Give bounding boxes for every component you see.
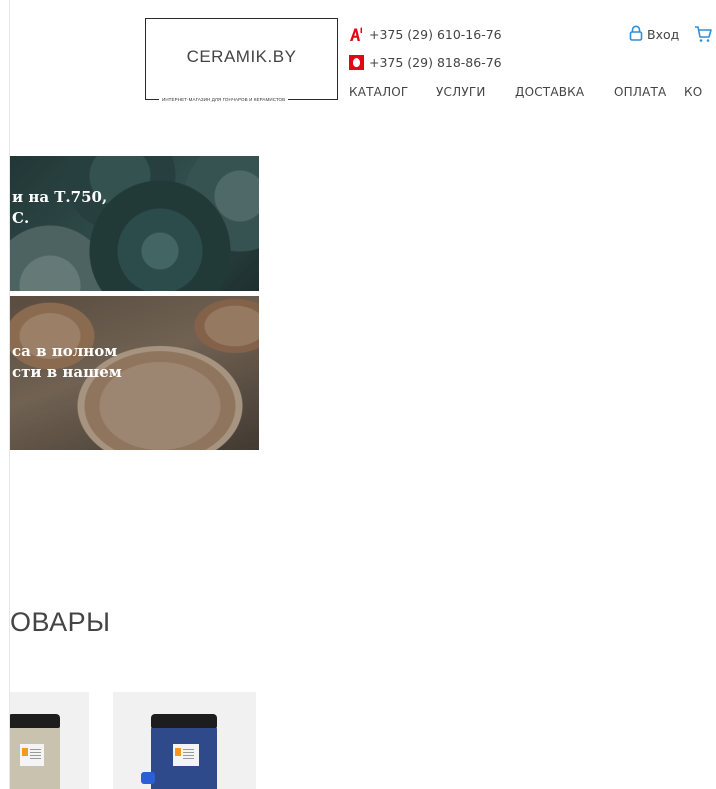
banner-caption: са в полном сти в нашем (12, 342, 122, 381)
phone-number-a1: +375 (29) 610-16-76 (369, 26, 502, 42)
banner-caption: и на Т.750, С. (12, 188, 108, 227)
product-spray-nozzle (141, 772, 155, 784)
product-image (151, 714, 217, 789)
cart-icon (695, 26, 712, 42)
nav-item-services[interactable]: УСЛУГИ (436, 85, 486, 99)
phone-number-mts: +375 (29) 818-86-76 (369, 54, 502, 70)
section-title: ОВАРЫ (10, 607, 111, 637)
product-image (10, 714, 60, 789)
logo-title: CERAMIK.BY (186, 47, 297, 66)
product-card[interactable] (113, 692, 256, 789)
promo-banner[interactable]: и на Т.750, С. (10, 156, 259, 291)
nav-item-delivery[interactable]: ДОСТАВКА (515, 85, 584, 99)
cart-button[interactable] (694, 25, 712, 43)
phone-a1[interactable]: +375 (29) 610-16-76 (349, 25, 502, 43)
mts-logo-icon (349, 54, 364, 70)
login-label: Вход (647, 27, 680, 42)
promo-banner[interactable]: са в полном сти в нашем (10, 296, 259, 450)
lock-icon (629, 25, 643, 44)
nav-item-payment[interactable]: ОПЛАТА (614, 85, 666, 99)
login-link[interactable]: Вход (629, 25, 679, 44)
product-card[interactable] (10, 692, 89, 789)
main-nav: КАТАЛОГ УСЛУГИ ДОСТАВКА ОПЛАТА КО (0, 85, 716, 103)
phone-mts[interactable]: +375 (29) 818-86-76 (349, 53, 502, 71)
a1-logo-icon (349, 26, 364, 42)
nav-item-contacts[interactable]: КО (684, 85, 702, 99)
nav-item-catalog[interactable]: КАТАЛОГ (349, 85, 408, 99)
